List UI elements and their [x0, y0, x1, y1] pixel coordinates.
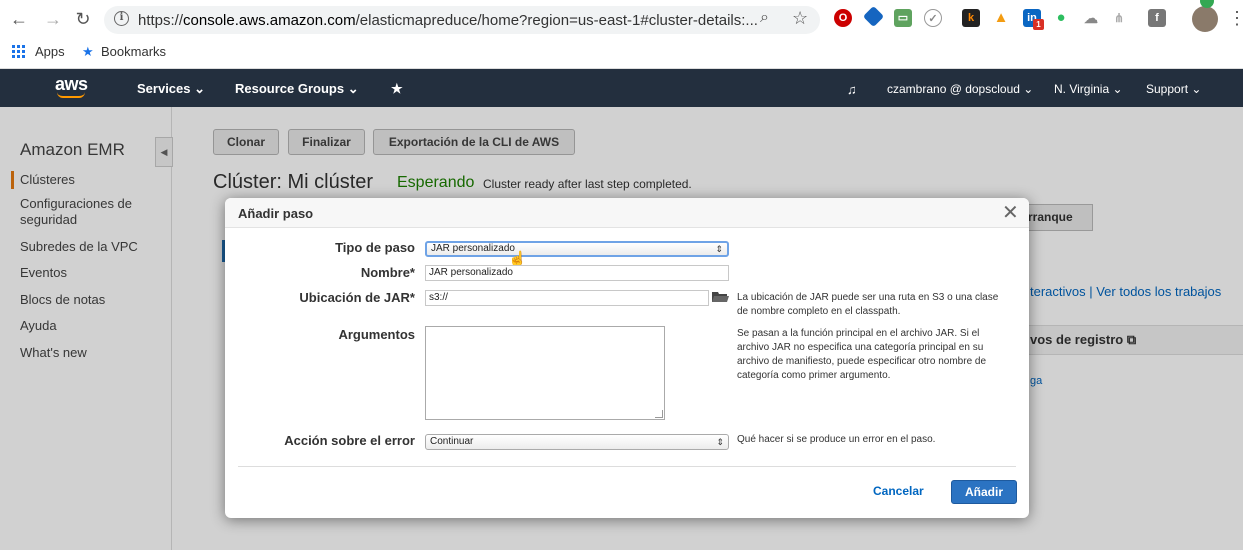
zoom-icon[interactable]: ⌕ [760, 9, 769, 27]
jar-location-label: Ubicación de JAR* [299, 290, 415, 305]
apps-grid-icon[interactable] [12, 45, 26, 59]
jar-location-input[interactable]: s3:// [425, 290, 709, 306]
aws-smile-icon [57, 92, 85, 98]
notification-badge: 1 [1033, 19, 1044, 30]
bookmark-apps[interactable]: Apps [35, 44, 65, 59]
back-arrow-icon[interactable]: ← [8, 9, 30, 30]
aws-navbar: aws Services ⌄ Resource Groups ⌄ ★ ♫ cza… [0, 69, 1243, 107]
diamond-extension-icon[interactable] [862, 5, 885, 28]
name-input[interactable]: JAR personalizado [425, 265, 729, 281]
bookmark-bookmarks[interactable]: Bookmarks [101, 44, 166, 59]
add-step-dialog: Añadir paso ✕ Tipo de paso JAR personali… [225, 198, 1029, 518]
action-on-failure-label: Acción sobre el error [284, 433, 415, 448]
account-menu[interactable]: czambrano @ dopscloud ⌄ [887, 82, 1033, 96]
site-info-icon[interactable]: i [114, 11, 129, 26]
cloud-extension-icon[interactable]: ☁ [1082, 9, 1100, 27]
opera-extension-icon[interactable]: O [834, 9, 852, 27]
folder-icon[interactable] [712, 291, 729, 303]
select-arrows-icon: ⇕ [715, 244, 723, 254]
pin-icon[interactable]: ★ [391, 81, 403, 97]
arguments-help: Se pasan a la función principal en el ar… [737, 328, 987, 381]
step-type-label: Tipo de paso [335, 240, 415, 255]
reload-icon[interactable]: ↻ [72, 9, 94, 30]
select-arrows-icon: ⇕ [716, 437, 724, 447]
profile-avatar[interactable] [1192, 6, 1218, 32]
cancel-button[interactable]: Cancelar [873, 484, 924, 498]
step-type-value: JAR personalizado [431, 243, 515, 254]
services-menu[interactable]: Services ⌄ [137, 81, 205, 97]
shield-extension-icon[interactable]: ✓ [924, 9, 942, 27]
dialog-divider [238, 466, 1016, 467]
arguments-label: Argumentos [338, 327, 415, 342]
address-bar[interactable]: i https://console.aws.amazon.com/elastic… [104, 6, 820, 34]
action-on-failure-value: Continuar [430, 436, 474, 447]
bookmark-star-icon[interactable]: ☆ [792, 8, 808, 29]
address-url: https://console.aws.amazon.com/elasticma… [138, 12, 758, 29]
tree-extension-icon[interactable]: ⋔ [1110, 9, 1128, 27]
browser-toolbar: ← → ↻ i https://console.aws.amazon.com/e… [0, 0, 1243, 40]
action-on-failure-help: Qué hacer si se produce un error en el p… [737, 434, 936, 445]
bell-icon[interactable]: ♫ [847, 82, 857, 97]
browser-menu-icon[interactable]: ⋮ [1228, 8, 1243, 29]
forward-arrow-icon[interactable]: → [42, 9, 64, 30]
jar-location-help: La ubicación de JAR puede ser una ruta e… [737, 292, 999, 317]
drive-triangle-icon[interactable]: ▲ [992, 9, 1010, 27]
facebook-extension-icon[interactable]: f [1148, 9, 1166, 27]
add-button[interactable]: Añadir [951, 480, 1017, 504]
evernote-extension-icon[interactable]: ● [1052, 9, 1070, 27]
bookmarks-bar: Apps ★ Bookmarks [0, 40, 1243, 69]
arguments-textarea[interactable] [425, 326, 665, 420]
k-extension-icon[interactable]: k [962, 9, 980, 27]
dialog-title: Añadir paso [238, 206, 314, 221]
inbox-extension-icon[interactable]: ▭ [894, 9, 912, 27]
region-menu[interactable]: N. Virginia ⌄ [1054, 82, 1123, 96]
close-icon[interactable]: ✕ [1002, 200, 1019, 225]
resource-groups-menu[interactable]: Resource Groups ⌄ [235, 81, 359, 97]
bookmarks-star-icon: ★ [82, 44, 94, 59]
sync-badge-icon [1200, 0, 1214, 8]
support-menu[interactable]: Support ⌄ [1146, 82, 1201, 96]
name-label: Nombre* [360, 265, 415, 280]
resize-grip-icon[interactable] [655, 410, 663, 418]
action-on-failure-select[interactable]: Continuar ⇕ [425, 434, 729, 450]
dialog-header: Añadir paso ✕ [225, 198, 1029, 228]
step-type-select[interactable]: JAR personalizado ⇕ [425, 241, 729, 257]
